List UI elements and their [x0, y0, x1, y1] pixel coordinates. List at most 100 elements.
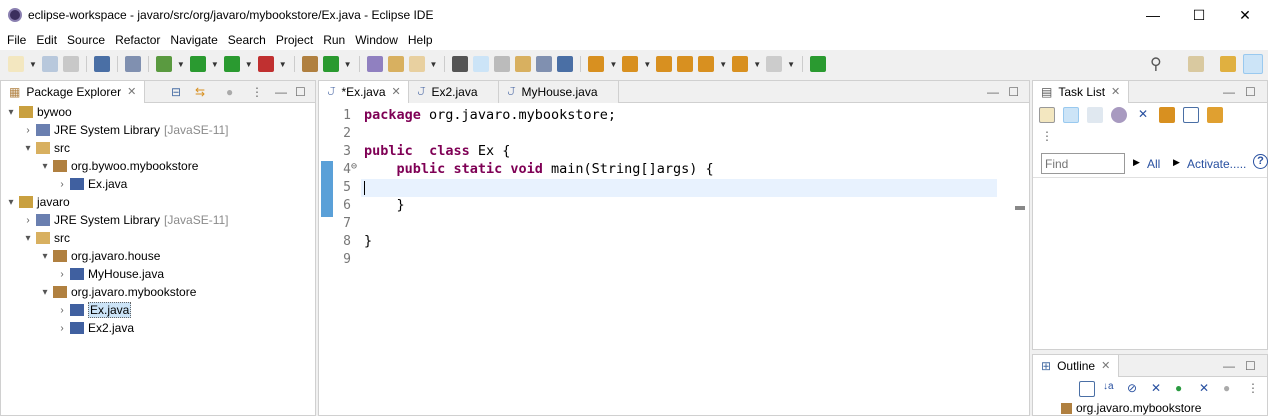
- tree-item[interactable]: › MyHouse.java: [56, 265, 164, 283]
- hide-completed-icon[interactable]: ✕: [1135, 107, 1151, 123]
- twisty-icon[interactable]: ▾: [39, 287, 51, 298]
- highlight-icon[interactable]: [473, 56, 490, 72]
- find-input[interactable]: [1041, 153, 1125, 174]
- toggle-mark-occurrences-dropdown-icon[interactable]: ▼: [430, 60, 438, 69]
- tree-item[interactable]: › JRE System Library [JavaSE-11]: [22, 211, 228, 229]
- menu-help[interactable]: Help: [405, 33, 440, 47]
- hide-nonpublic-icon[interactable]: ●: [1175, 381, 1191, 397]
- toggle-mark-occurrences-icon[interactable]: [408, 56, 425, 72]
- new-task-icon[interactable]: [1039, 107, 1055, 123]
- minimize-view-icon[interactable]: —: [275, 85, 287, 99]
- next-edit-icon[interactable]: [588, 56, 605, 72]
- menu-window[interactable]: Window: [352, 33, 405, 47]
- hide-fields-icon[interactable]: ⊘: [1127, 381, 1143, 397]
- minimize-view-icon[interactable]: —: [1223, 359, 1235, 373]
- save-all-icon[interactable]: [62, 56, 79, 72]
- twisty-icon[interactable]: ›: [56, 305, 68, 316]
- minimize-editor-icon[interactable]: —: [987, 85, 999, 99]
- tree-item[interactable]: ▾ org.javaro.house: [39, 247, 160, 265]
- tab-editor-file[interactable]: 𝙹 MyHouse.java: [499, 80, 619, 103]
- show-whitespace-icon[interactable]: [536, 56, 553, 72]
- next-edit-dropdown-icon[interactable]: ▼: [609, 60, 617, 69]
- menu-refactor[interactable]: Refactor: [112, 33, 167, 47]
- java-ee-perspective-icon[interactable]: [1220, 56, 1236, 72]
- close-tab-icon[interactable]: ✕: [1101, 359, 1110, 372]
- twisty-icon[interactable]: ›: [56, 179, 68, 190]
- new-icon[interactable]: [8, 56, 24, 72]
- tree-item[interactable]: › JRE System Library [JavaSE-11]: [22, 121, 228, 139]
- twisty-icon[interactable]: ›: [56, 269, 68, 280]
- word-wrap-icon[interactable]: [515, 56, 532, 72]
- forward-icon[interactable]: [677, 56, 694, 72]
- help-icon[interactable]: ?: [1253, 154, 1268, 169]
- menu-file[interactable]: File: [4, 33, 33, 47]
- prev-edit-dropdown-icon[interactable]: ▼: [643, 60, 651, 69]
- close-tab-icon[interactable]: ✕: [392, 85, 401, 98]
- run-dropdown-icon[interactable]: ▼: [211, 60, 219, 69]
- fold-toggle-icon[interactable]: ⊖: [351, 161, 357, 172]
- debug-icon[interactable]: [155, 56, 172, 72]
- tree-item[interactable]: › Ex.java: [56, 175, 127, 193]
- next-annotation-icon[interactable]: [452, 56, 469, 72]
- run-icon[interactable]: [189, 56, 206, 72]
- close-tab-icon[interactable]: ✕: [127, 85, 136, 98]
- tab-editor-file[interactable]: 𝙹 *Ex.java ✕: [319, 80, 409, 103]
- back-icon[interactable]: [656, 56, 673, 72]
- show-tasks-icon[interactable]: [1159, 107, 1175, 123]
- maximize-view-icon[interactable]: ☐: [1245, 359, 1256, 373]
- nav-back-dropdown-icon[interactable]: ▼: [753, 60, 761, 69]
- search-icon[interactable]: ⚲: [1150, 54, 1162, 74]
- sync-icon[interactable]: [1207, 107, 1223, 123]
- collapse-all-icon[interactable]: ⊟: [171, 85, 181, 99]
- tree-item[interactable]: ▾ org.javaro.mybookstore: [39, 283, 196, 301]
- twisty-icon[interactable]: ▾: [22, 233, 34, 244]
- java-perspective-icon[interactable]: [1243, 54, 1263, 74]
- minimize-button[interactable]: —: [1130, 0, 1176, 30]
- new-package-icon[interactable]: [301, 56, 318, 72]
- outline-item[interactable]: org.javaro.mybookstore: [1059, 401, 1201, 415]
- coverage-icon[interactable]: [223, 56, 240, 72]
- menu-search[interactable]: Search: [225, 33, 273, 47]
- tab-editor-file[interactable]: 𝙹 Ex2.java: [409, 80, 499, 103]
- external-tools-dropdown-icon[interactable]: ▼: [279, 60, 287, 69]
- close-tab-icon[interactable]: ✕: [1111, 85, 1120, 98]
- categorized-icon[interactable]: [1063, 107, 1079, 123]
- tree-item[interactable]: ▾ src: [22, 139, 70, 157]
- hide-static-icon[interactable]: ✕: [1151, 381, 1167, 397]
- tab-package-explorer[interactable]: ▦ Package Explorer ✕: [1, 80, 146, 103]
- pilcrow-icon[interactable]: [557, 56, 574, 72]
- debug-dropdown-icon[interactable]: ▼: [177, 60, 185, 69]
- tree-item[interactable]: › Ex.java: [56, 301, 132, 319]
- open-task-icon[interactable]: [387, 56, 404, 72]
- view-menu-icon[interactable]: ⋮: [251, 85, 263, 99]
- twisty-icon[interactable]: ▾: [39, 161, 51, 172]
- minimize-view-icon[interactable]: —: [1223, 85, 1235, 99]
- maximize-view-icon[interactable]: ☐: [1245, 85, 1256, 99]
- last-edit-dropdown-icon[interactable]: ▼: [719, 60, 727, 69]
- menu-navigate[interactable]: Navigate: [167, 33, 224, 47]
- skip-breakpoints-icon[interactable]: [124, 56, 141, 72]
- new-class-dropdown-icon[interactable]: ▼: [344, 60, 352, 69]
- save-icon[interactable]: [41, 56, 58, 72]
- coverage-dropdown-icon[interactable]: ▼: [245, 60, 253, 69]
- menu-edit[interactable]: Edit: [33, 33, 64, 47]
- pin-icon[interactable]: [810, 56, 827, 72]
- activate-link[interactable]: Activate.....: [1187, 157, 1246, 171]
- collapse-all-icon[interactable]: [1183, 107, 1199, 123]
- collapse-all-icon[interactable]: [1079, 381, 1095, 397]
- focus-icon[interactable]: [1111, 107, 1127, 123]
- maximize-button[interactable]: ☐: [1176, 0, 1222, 30]
- filters-icon[interactable]: ●: [226, 85, 233, 99]
- close-button[interactable]: ✕: [1222, 0, 1268, 30]
- menu-run[interactable]: Run: [320, 33, 352, 47]
- prev-edit-icon[interactable]: [622, 56, 639, 72]
- open-perspective-icon[interactable]: [1188, 56, 1204, 72]
- sort-icon[interactable]: ↓a: [1103, 381, 1119, 397]
- open-type-icon[interactable]: [366, 56, 383, 72]
- all-link[interactable]: All: [1147, 157, 1160, 171]
- twisty-icon[interactable]: ▾: [5, 197, 17, 208]
- focus-icon[interactable]: ●: [1223, 381, 1239, 397]
- console-icon[interactable]: [93, 56, 110, 72]
- twisty-icon[interactable]: ▾: [5, 107, 17, 118]
- block-selection-icon[interactable]: [494, 56, 511, 72]
